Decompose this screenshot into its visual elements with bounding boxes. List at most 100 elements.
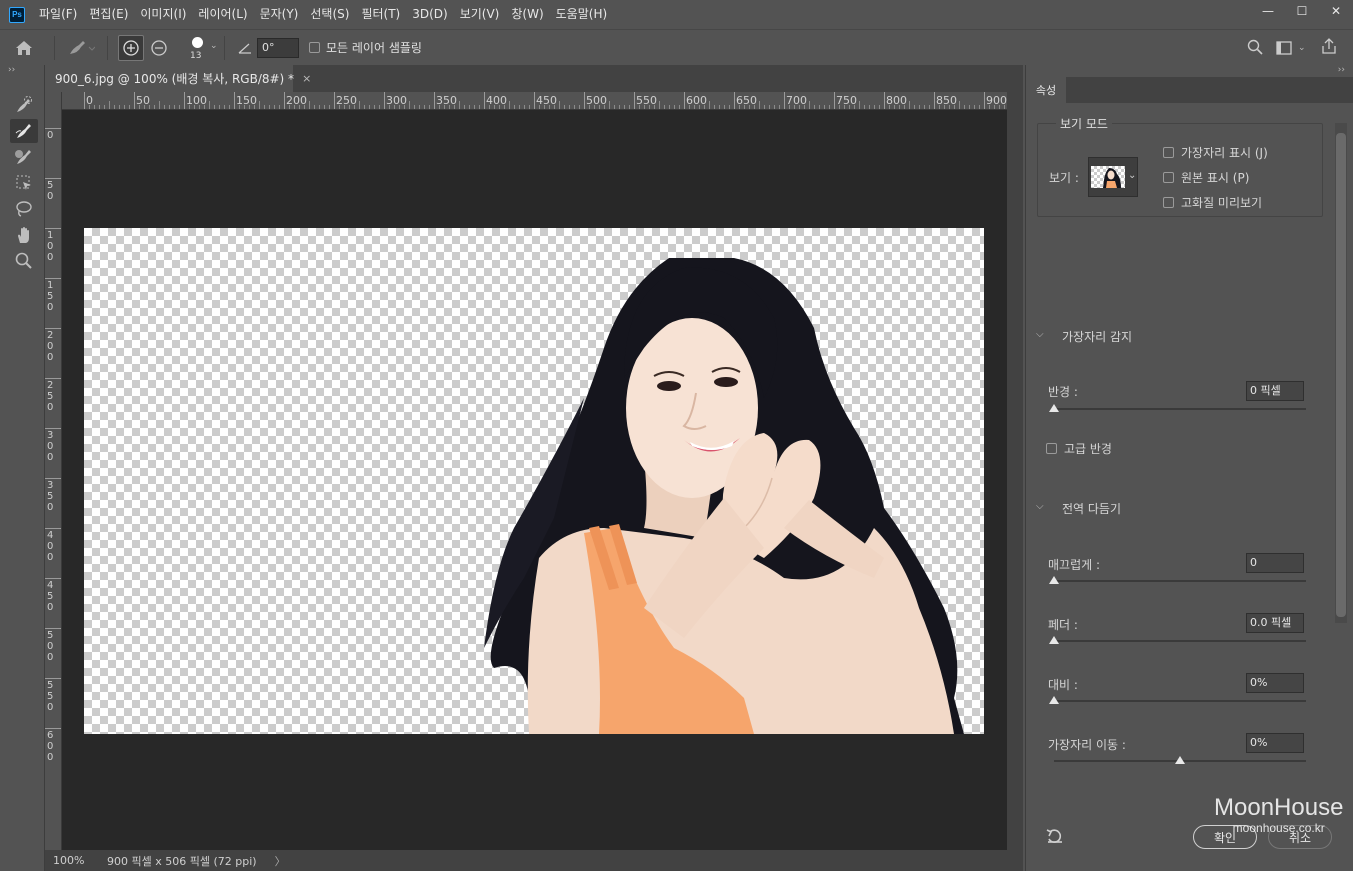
ruler-minor-tick <box>324 105 325 109</box>
smooth-slider[interactable] <box>1054 580 1306 582</box>
feather-field[interactable]: 0.0 픽셀 <box>1246 613 1304 633</box>
ruler-minor-tick <box>464 105 465 109</box>
slider-thumb[interactable] <box>1049 576 1059 584</box>
brush-tool-icon[interactable] <box>10 145 38 169</box>
view-option-checkbox[interactable] <box>1163 172 1174 183</box>
brush-size-picker[interactable]: 13 ⌄ <box>178 32 218 64</box>
close-button[interactable]: ✕ <box>1319 0 1353 22</box>
share-icon[interactable] <box>1321 38 1339 56</box>
slider-thumb[interactable] <box>1175 756 1185 764</box>
photoshop-logo-icon[interactable]: Ps <box>9 6 25 23</box>
edge-detection-title[interactable]: 가장자리 감지 <box>1062 328 1132 345</box>
view-option-row[interactable]: 고화질 미리보기 <box>1163 194 1262 211</box>
home-icon[interactable] <box>0 32 48 64</box>
ruler-tick <box>984 92 985 109</box>
chevron-down-icon[interactable]: ⌵ <box>1036 501 1044 512</box>
canvas-scrollbar[interactable] <box>1007 92 1023 850</box>
ruler-minor-tick <box>619 105 620 109</box>
smart-radius-row[interactable]: 고급 반경 <box>1046 440 1112 457</box>
ruler-minor-tick <box>429 105 430 109</box>
hand-tool-icon[interactable] <box>10 223 38 247</box>
ruler-minor-tick <box>599 105 600 109</box>
close-tab-icon[interactable]: × <box>302 72 311 85</box>
contrast-field[interactable]: 0% <box>1246 673 1304 693</box>
ruler-minor-tick <box>104 105 105 109</box>
global-refinements-title[interactable]: 전역 다듬기 <box>1062 500 1121 517</box>
ruler-minor-tick <box>864 105 865 109</box>
slider-thumb[interactable] <box>1049 696 1059 704</box>
ruler-minor-tick <box>624 105 625 109</box>
view-option-row[interactable]: 원본 표시 (P) <box>1163 169 1249 186</box>
zoom-tool-icon[interactable] <box>10 249 38 273</box>
menu-item[interactable]: 창(W) <box>505 0 549 29</box>
ruler-minor-tick <box>344 105 345 109</box>
subtract-detection-icon[interactable] <box>146 35 172 61</box>
ruler-minor-tick <box>504 105 505 109</box>
search-icon[interactable] <box>1247 39 1265 57</box>
ruler-minor-tick <box>904 105 905 109</box>
view-option-row[interactable]: 가장자리 표시 (J) <box>1163 144 1268 161</box>
menu-item[interactable]: 파일(F) <box>33 0 83 29</box>
ruler-minor-tick <box>409 101 410 109</box>
object-selection-tool-icon[interactable] <box>10 171 38 195</box>
ruler-tick <box>784 92 785 109</box>
menu-item[interactable]: 레이어(L) <box>192 0 253 29</box>
shift-edge-field[interactable]: 0% <box>1246 733 1304 753</box>
menu-item[interactable]: 선택(S) <box>304 0 355 29</box>
chevron-down-icon[interactable]: ⌵ <box>1036 329 1044 340</box>
panel-scrollbar[interactable] <box>1335 123 1347 623</box>
contrast-label: 대비 : <box>1048 678 1078 692</box>
radius-slider[interactable] <box>1054 408 1306 410</box>
slider-thumb[interactable] <box>1049 636 1059 644</box>
slider-thumb[interactable] <box>1049 404 1059 412</box>
menu-item[interactable]: 3D(D) <box>406 0 453 29</box>
sample-all-layers[interactable]: 모든 레이어 샘플링 <box>309 39 422 56</box>
menu-item[interactable]: 도움말(H) <box>550 0 614 29</box>
radius-field[interactable]: 0 픽셀 <box>1246 381 1304 401</box>
lasso-tool-icon[interactable] <box>10 197 38 221</box>
menu-item[interactable]: 보기(V) <box>454 0 506 29</box>
expand-detection-icon[interactable] <box>118 34 144 61</box>
ruler-minor-tick <box>244 105 245 109</box>
view-option-checkbox[interactable] <box>1163 197 1174 208</box>
ruler-tick-label: 1 0 0 <box>47 230 54 263</box>
ruler-minor-tick <box>474 105 475 109</box>
menu-item[interactable]: 이미지(I) <box>134 0 192 29</box>
feather-slider[interactable] <box>1054 640 1306 642</box>
collapse-panel-icon[interactable]: ›› <box>1338 65 1345 75</box>
minimize-button[interactable]: — <box>1251 0 1285 22</box>
refine-edge-brush-tool-icon[interactable] <box>10 119 38 143</box>
ruler-minor-tick <box>839 105 840 109</box>
zoom-level[interactable]: 100% <box>53 854 103 867</box>
chevron-down-icon: ⌄ <box>210 40 218 51</box>
ruler-minor-tick <box>789 105 790 109</box>
collapse-panel-icon[interactable]: ›› <box>8 65 15 75</box>
status-menu-arrow[interactable]: 〉 <box>275 853 286 869</box>
menu-item[interactable]: 필터(T) <box>355 0 406 29</box>
ruler-minor-tick <box>479 105 480 109</box>
ruler-minor-tick <box>824 105 825 109</box>
properties-tab[interactable]: 속성 <box>1026 77 1066 103</box>
angle-field[interactable]: 0° <box>257 37 299 58</box>
quick-selection-tool-icon[interactable] <box>10 93 38 117</box>
view-mode-dropdown[interactable]: ⌄ <box>1088 157 1138 197</box>
panel-scrollbar-thumb[interactable] <box>1336 133 1346 617</box>
ruler-minor-tick <box>199 105 200 109</box>
smart-radius-checkbox[interactable] <box>1046 443 1057 454</box>
maximize-button[interactable]: ☐ <box>1285 0 1319 22</box>
workspace-icon[interactable]: ⌄ <box>1276 39 1308 57</box>
sample-all-checkbox[interactable] <box>309 42 320 53</box>
document-canvas[interactable] <box>84 228 984 734</box>
tool-preset-icon[interactable] <box>61 32 101 64</box>
contrast-slider[interactable] <box>1054 700 1306 702</box>
reset-icon[interactable] <box>1046 828 1066 848</box>
document-tab[interactable]: 900_6.jpg @ 100% (배경 복사, RGB/8#) * × <box>45 65 311 92</box>
ruler-minor-tick <box>489 105 490 109</box>
ruler-minor-tick <box>249 105 250 109</box>
ruler-tick <box>534 92 535 109</box>
view-option-checkbox[interactable] <box>1163 147 1174 158</box>
ruler-minor-tick <box>719 105 720 109</box>
menu-item[interactable]: 문자(Y) <box>254 0 305 29</box>
smooth-field[interactable]: 0 <box>1246 553 1304 573</box>
menu-item[interactable]: 편집(E) <box>83 0 134 29</box>
